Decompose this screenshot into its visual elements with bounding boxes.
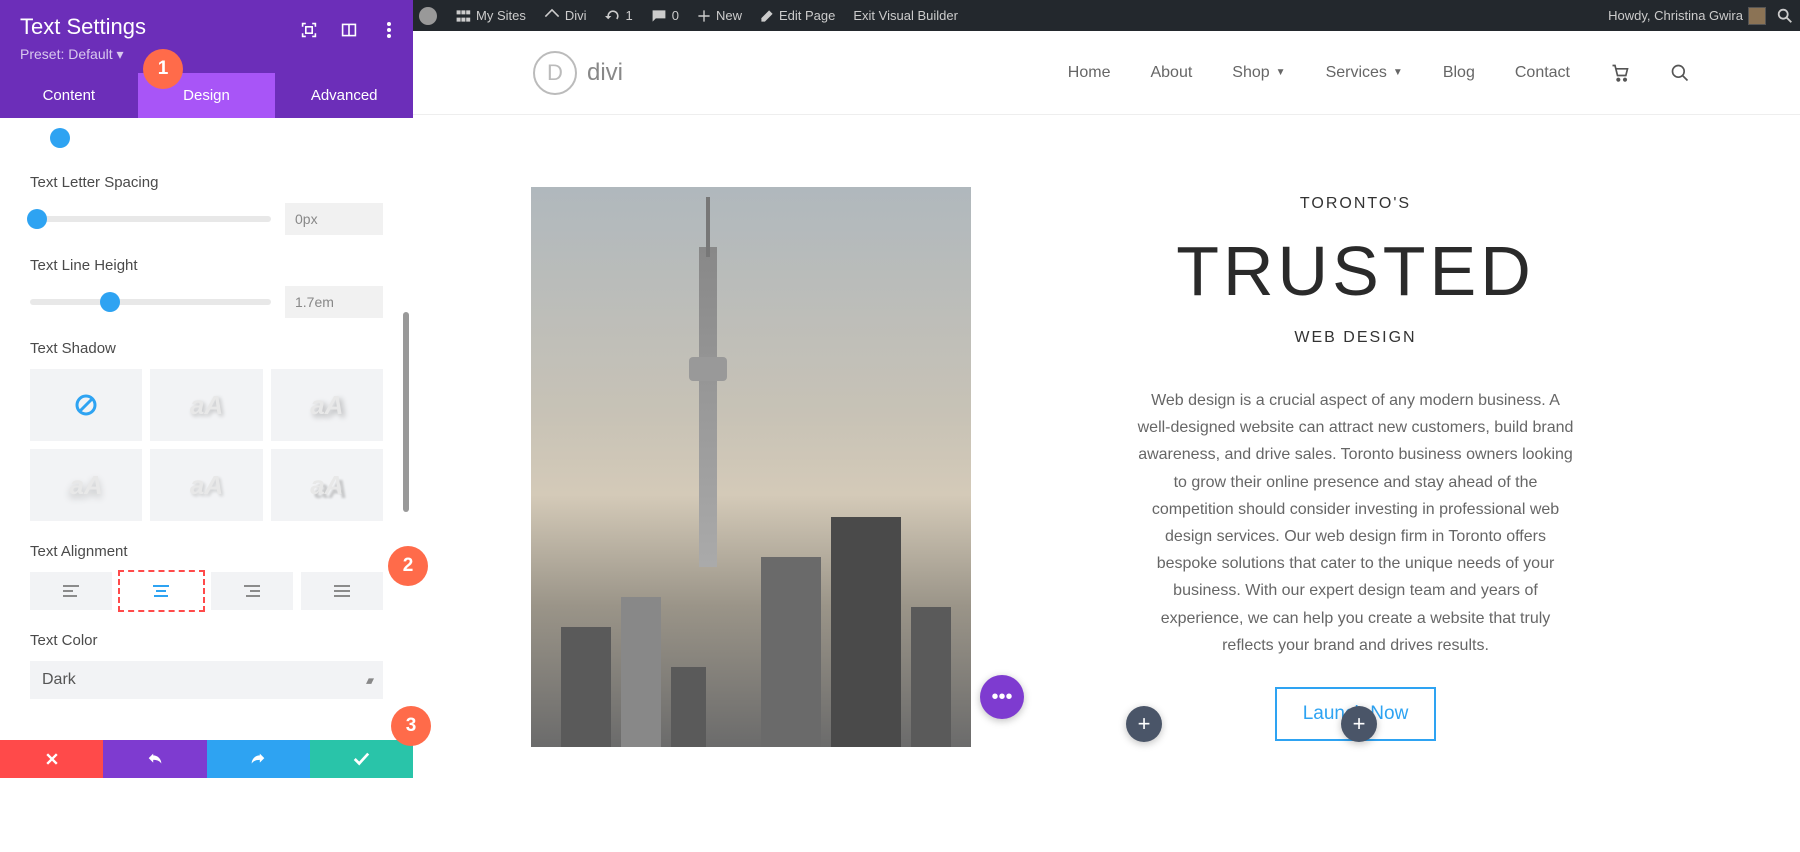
line-height-slider[interactable] xyxy=(30,299,271,305)
wp-admin-bar: My Sites Divi 1 0 New Edit Page Exit Vis… xyxy=(413,0,1800,31)
preset-dropdown[interactable]: Preset: Default ▾ xyxy=(20,46,393,63)
more-icon[interactable] xyxy=(379,20,399,40)
panel-scrollbar[interactable] xyxy=(403,312,409,512)
settings-tabs: Content Design Advanced xyxy=(0,73,413,118)
letter-spacing-slider[interactable] xyxy=(30,216,271,222)
hero-section: TORONTO'S TRUSTED WEB DESIGN Web design … xyxy=(413,115,1800,747)
align-center[interactable] xyxy=(120,572,202,610)
undo-button[interactable] xyxy=(103,740,206,778)
align-left[interactable] xyxy=(30,572,112,610)
new-link[interactable]: New xyxy=(697,8,742,23)
align-justify[interactable] xyxy=(301,572,383,610)
text-color-select[interactable]: Dark▴▾ xyxy=(30,661,383,699)
updates-link[interactable]: 1 xyxy=(605,8,633,24)
align-right[interactable] xyxy=(211,572,293,610)
shadow-none[interactable] xyxy=(30,369,142,441)
hero-image xyxy=(531,187,971,747)
nav-services[interactable]: Services▼ xyxy=(1326,64,1403,82)
text-color-label: Text Color xyxy=(30,632,383,649)
panel-body: Text Letter Spacing Text Line Height Tex… xyxy=(0,118,413,740)
save-button[interactable] xyxy=(310,740,413,778)
panel-header: Text Settings Preset: Default ▾ xyxy=(0,0,413,73)
redo-button[interactable] xyxy=(207,740,310,778)
eyebrow: TORONTO'S xyxy=(1021,195,1690,213)
line-height-label: Text Line Height xyxy=(30,257,383,274)
primary-nav: Home About Shop▼ Services▼ Blog Contact xyxy=(1068,63,1690,83)
shadow-option-2[interactable]: aA xyxy=(271,369,383,441)
site-header: Ddivi Home About Shop▼ Services▼ Blog Co… xyxy=(413,31,1800,115)
line-height-input[interactable] xyxy=(285,286,383,318)
shadow-option-1[interactable]: aA xyxy=(150,369,262,441)
text-shadow-label: Text Shadow xyxy=(30,340,383,357)
cart-icon[interactable] xyxy=(1610,63,1630,83)
letter-spacing-input[interactable] xyxy=(285,203,383,235)
nav-shop[interactable]: Shop▼ xyxy=(1232,64,1285,82)
page-preview: Ddivi Home About Shop▼ Services▼ Blog Co… xyxy=(413,31,1800,852)
nav-home[interactable]: Home xyxy=(1068,64,1111,82)
nav-contact[interactable]: Contact xyxy=(1515,64,1570,82)
expand-icon[interactable] xyxy=(299,20,319,40)
callout-badge-2: 2 xyxy=(388,546,428,586)
shadow-option-5[interactable]: aA xyxy=(271,449,383,521)
shadow-option-3[interactable]: aA xyxy=(30,449,142,521)
nav-blog[interactable]: Blog xyxy=(1443,64,1475,82)
cancel-button[interactable] xyxy=(0,740,103,778)
letter-spacing-label: Text Letter Spacing xyxy=(30,174,383,191)
search-admin-icon[interactable] xyxy=(1776,7,1794,25)
builder-fab[interactable]: ••• xyxy=(980,675,1024,719)
howdy-user[interactable]: Howdy, Christina Gwira xyxy=(1608,7,1766,25)
site-logo[interactable]: Ddivi xyxy=(533,51,623,95)
callout-badge-1: 1 xyxy=(143,49,183,89)
add-module-button[interactable]: + xyxy=(1341,706,1377,742)
site-name-link[interactable]: Divi xyxy=(544,8,587,24)
wp-logo[interactable] xyxy=(419,7,437,25)
my-sites-link[interactable]: My Sites xyxy=(455,8,526,24)
callout-badge-3: 3 xyxy=(391,706,431,746)
headline: TRUSTED xyxy=(1021,231,1690,311)
avatar xyxy=(1748,7,1766,25)
exit-visual-builder-link[interactable]: Exit Visual Builder xyxy=(853,8,958,23)
tab-content[interactable]: Content xyxy=(0,73,138,118)
body-copy: Web design is a crucial aspect of any mo… xyxy=(1136,387,1576,659)
text-settings-panel: Text Settings Preset: Default ▾ Content … xyxy=(0,0,413,740)
subhead: WEB DESIGN xyxy=(1021,329,1690,347)
hero-text: TORONTO'S TRUSTED WEB DESIGN Web design … xyxy=(1021,187,1690,747)
tab-advanced[interactable]: Advanced xyxy=(275,73,413,118)
nav-about[interactable]: About xyxy=(1150,64,1192,82)
comments-link[interactable]: 0 xyxy=(651,8,679,24)
panel-footer xyxy=(0,740,413,778)
add-module-button[interactable]: + xyxy=(1126,706,1162,742)
columns-icon[interactable] xyxy=(339,20,359,40)
shadow-option-4[interactable]: aA xyxy=(150,449,262,521)
text-alignment-label: Text Alignment xyxy=(30,543,383,560)
search-icon[interactable] xyxy=(1670,63,1690,83)
edit-page-link[interactable]: Edit Page xyxy=(760,8,835,23)
